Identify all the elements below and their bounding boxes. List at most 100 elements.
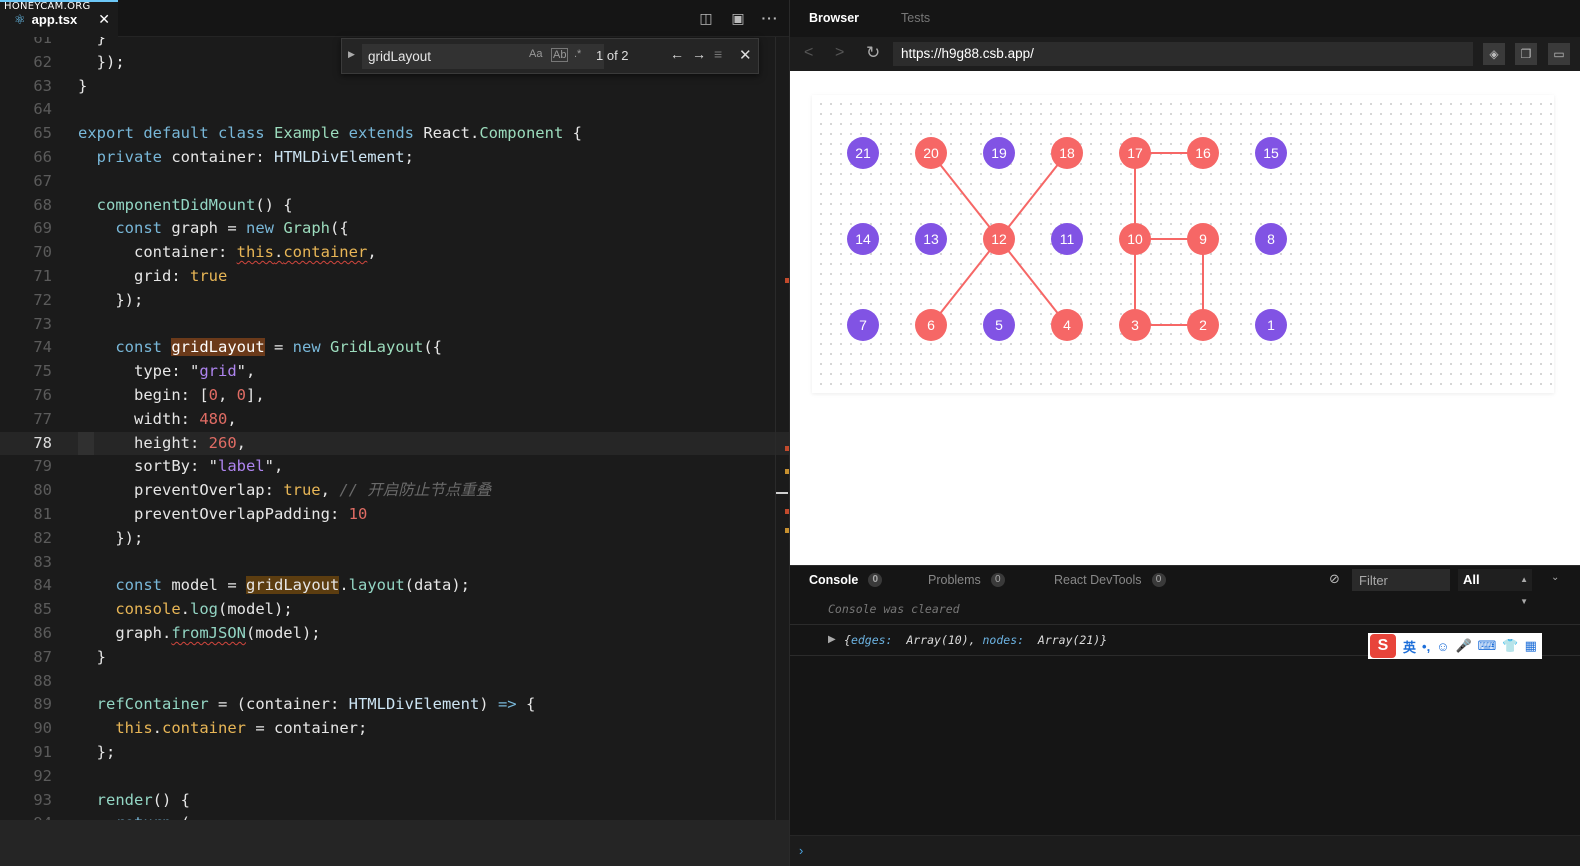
expand-icon[interactable]: ▶	[828, 634, 836, 645]
graph-node-15[interactable]: 15	[1255, 137, 1287, 169]
filter-input[interactable]	[1352, 569, 1450, 591]
forward-icon[interactable]: >	[835, 44, 844, 62]
code-line[interactable]: 72 });	[0, 289, 789, 313]
code-line[interactable]: 65 export default class Example extends R…	[0, 122, 789, 146]
open-external-icon[interactable]: ▭	[1548, 43, 1570, 65]
tab-browser[interactable]: Browser	[809, 11, 859, 25]
arrow-up-icon[interactable]: ←	[670, 46, 684, 62]
code-line[interactable]: 82 });	[0, 527, 789, 551]
tab-react-devtools[interactable]: React DevTools 0	[1054, 573, 1166, 587]
graph-node-16[interactable]: 16	[1187, 137, 1219, 169]
code-line[interactable]: 76 begin: [0, 0],	[0, 384, 789, 408]
ime-emoji-icon[interactable]: ☺	[1436, 639, 1449, 654]
line-number: 72	[33, 290, 52, 309]
ime-skin-icon[interactable]: 👕	[1502, 638, 1518, 654]
code-line[interactable]: 67	[0, 170, 789, 194]
code-area[interactable]: 61 } 62 }); 63} 64 65 export default class Ex…	[0, 37, 789, 820]
code-line[interactable]: 68 componentDidMount() {	[0, 194, 789, 218]
code-line[interactable]: 89 refContainer = (container: HTMLDivEle…	[0, 693, 789, 717]
editor-bottom-panel	[0, 820, 789, 866]
close-tab-icon[interactable]: ✕	[98, 11, 110, 28]
graph-node-9[interactable]: 9	[1187, 223, 1219, 255]
ime-menu-icon[interactable]: ▦	[1525, 638, 1537, 654]
back-icon[interactable]: <	[804, 44, 813, 62]
more-icon[interactable]: ···	[760, 8, 780, 28]
code-line[interactable]: 90 this.container = container;	[0, 717, 789, 741]
code-line[interactable]: 70 container: this.container,	[0, 241, 789, 265]
code-line[interactable]: 77 width: 480,	[0, 408, 789, 432]
code-text: componentDidMount() {	[96, 195, 293, 214]
code-line[interactable]: 78 height: 260,	[0, 431, 789, 456]
code-line[interactable]: 75 type: "grid",	[0, 360, 789, 384]
find-in-selection-icon[interactable]: ≡	[714, 46, 722, 62]
code-line[interactable]: 80 preventOverlap: true, // 开启防止节点重叠	[0, 479, 789, 503]
split-editor-icon[interactable]: ◫	[696, 8, 716, 28]
ime-punctuation-icon[interactable]: •,	[1422, 639, 1430, 654]
code-line[interactable]: 92	[0, 765, 789, 789]
use-regex-toggle[interactable]: .*	[574, 48, 581, 60]
preview-icon[interactable]: ▣	[728, 8, 748, 28]
url-input[interactable]	[893, 42, 1473, 66]
code-line[interactable]: 66 private container: HTMLDivElement;	[0, 146, 789, 170]
arrow-down-icon[interactable]: →	[692, 46, 706, 62]
code-line[interactable]: 93 render() {	[0, 789, 789, 813]
graph-node-17[interactable]: 17	[1119, 137, 1151, 169]
graph-node-10[interactable]: 10	[1119, 223, 1151, 255]
log-level-select[interactable]: All ▲ ▼	[1458, 569, 1532, 606]
graph-node-18[interactable]: 18	[1051, 137, 1083, 169]
reload-icon[interactable]: ↻	[866, 43, 880, 63]
new-window-icon[interactable]: ❐	[1515, 43, 1537, 65]
graph-node-3[interactable]: 3	[1119, 309, 1151, 341]
code-line[interactable]: 91 };	[0, 741, 789, 765]
ime-voice-icon[interactable]: 🎤	[1455, 638, 1471, 654]
code-line[interactable]: 74 const gridLayout = new GridLayout({	[0, 336, 789, 360]
code-line[interactable]: 84 const model = gridLayout.layout(data)…	[0, 574, 789, 598]
graph-node-13[interactable]: 13	[915, 223, 947, 255]
toggle-replace-icon[interactable]: ▶	[348, 49, 355, 60]
graph-node-6[interactable]: 6	[915, 309, 947, 341]
tab-tests[interactable]: Tests	[901, 11, 930, 25]
code-line[interactable]: 73	[0, 313, 789, 337]
graph-node-5[interactable]: 5	[983, 309, 1015, 341]
graph-node-2[interactable]: 2	[1187, 309, 1219, 341]
ime-toolbar[interactable]: S 英 •, ☺ 🎤 ⌨ 👕 ▦	[1368, 633, 1542, 659]
code-line[interactable]: 69 const graph = new Graph({	[0, 217, 789, 241]
ime-language-icon[interactable]: 英	[1403, 637, 1416, 656]
graph-node-19[interactable]: 19	[983, 137, 1015, 169]
graph-canvas[interactable]: 21 20 19 18 17 16 15 14 13 12 11 10 9 8 7 6 5 4 3 2 1	[812, 95, 1554, 393]
match-whole-word-toggle[interactable]: Ab	[551, 48, 569, 62]
code-line[interactable]: 86 graph.fromJSON(model);	[0, 622, 789, 646]
code-line[interactable]: 81 preventOverlapPadding: 10	[0, 503, 789, 527]
code-line[interactable]: 88	[0, 670, 789, 694]
graph-node-21[interactable]: 21	[847, 137, 879, 169]
match-case-toggle[interactable]: Aa	[529, 48, 542, 60]
code-line[interactable]: 71 grid: true	[0, 265, 789, 289]
code-text: private container: HTMLDivElement;	[96, 148, 414, 166]
chevron-down-icon[interactable]: ⌄	[1551, 572, 1559, 583]
devtools-icon[interactable]: ◈	[1483, 43, 1505, 65]
graph-node-12[interactable]: 12	[983, 223, 1015, 255]
clear-console-icon[interactable]: ⊘	[1329, 571, 1340, 587]
graph-node-1[interactable]: 1	[1255, 309, 1287, 341]
graph-node-4[interactable]: 4	[1051, 309, 1083, 341]
tab-problems[interactable]: Problems 0	[928, 573, 1005, 587]
tab-console[interactable]: Console 0	[809, 573, 883, 587]
graph-node-11[interactable]: 11	[1051, 223, 1083, 255]
close-icon[interactable]: ✕	[739, 46, 752, 64]
code-line[interactable]: 85 console.log(model);	[0, 598, 789, 622]
line-number: 63	[33, 76, 52, 95]
code-line[interactable]: 83	[0, 551, 789, 575]
console-prompt[interactable]: ›	[790, 835, 1580, 866]
ime-keyboard-icon[interactable]: ⌨	[1478, 638, 1497, 654]
graph-node-20[interactable]: 20	[915, 137, 947, 169]
graph-node-14[interactable]: 14	[847, 223, 879, 255]
code-line[interactable]: 64	[0, 98, 789, 122]
code-line[interactable]: 94 return (	[0, 812, 789, 820]
graph-node-7[interactable]: 7	[847, 309, 879, 341]
graph-node-8[interactable]: 8	[1255, 223, 1287, 255]
editor-scrollbar[interactable]	[775, 37, 789, 820]
code-line[interactable]: 79 sortBy: "label",	[0, 455, 789, 479]
code-line[interactable]: 63}	[0, 75, 789, 99]
code-line[interactable]: 87 }	[0, 646, 789, 670]
line-number: 84	[33, 576, 52, 595]
